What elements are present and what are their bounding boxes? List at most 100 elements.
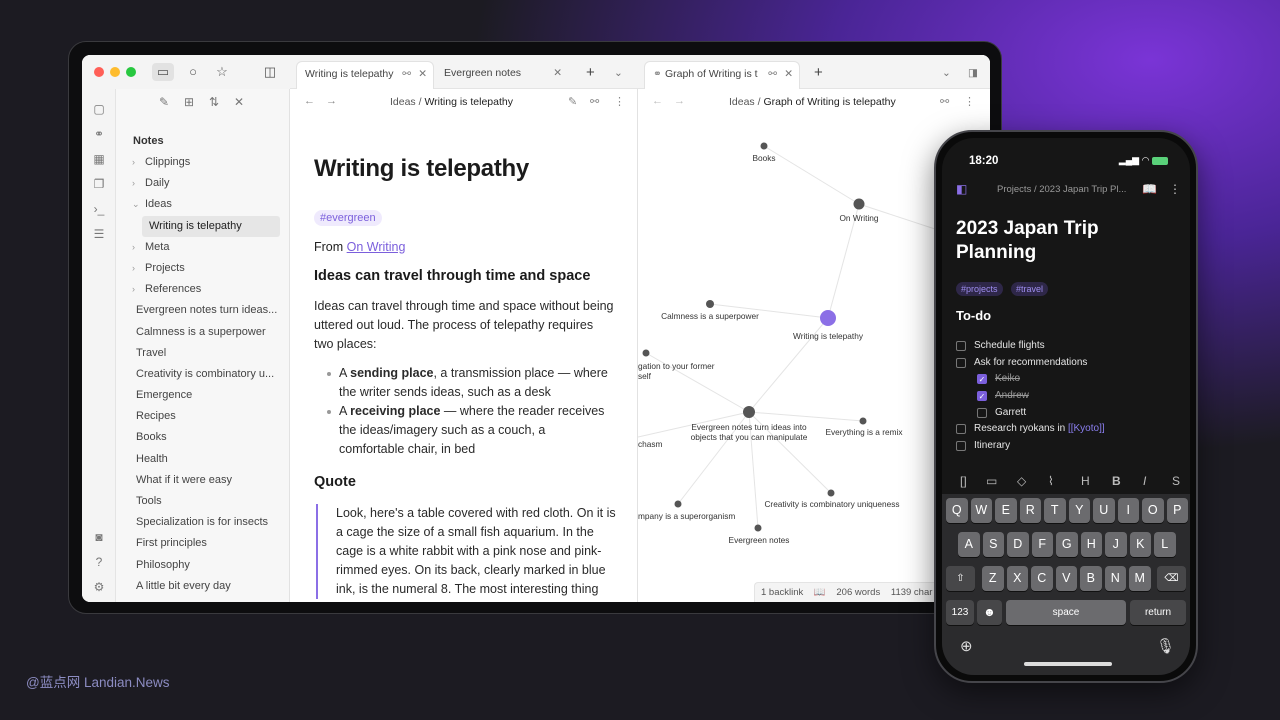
graph-node[interactable] xyxy=(827,489,835,497)
folder-references[interactable]: › References xyxy=(116,279,290,300)
numbers-key[interactable]: 123 xyxy=(946,600,974,625)
kyoto-link[interactable]: [[Kyoto]] xyxy=(1068,423,1105,434)
more-options-icon[interactable]: ⋮ xyxy=(964,95,975,108)
graph-node[interactable] xyxy=(859,417,867,425)
chevron-right-icon[interactable]: › xyxy=(132,237,135,258)
key-v[interactable]: V xyxy=(1055,566,1077,591)
return-key[interactable]: return xyxy=(1130,600,1186,625)
key-j[interactable]: J xyxy=(1105,532,1127,557)
close-tab-icon[interactable]: ✕ xyxy=(784,62,793,86)
chevron-right-icon[interactable]: › xyxy=(132,258,135,279)
back-arrow-icon[interactable]: ← xyxy=(652,95,663,107)
node-label-evergreen-notes[interactable]: Evergreen notes xyxy=(729,535,790,545)
close-tab-icon[interactable]: ✕ xyxy=(418,62,427,86)
key-z[interactable]: Z xyxy=(982,566,1004,591)
folder-meta[interactable]: › Meta xyxy=(116,237,290,258)
file-item[interactable]: First principles xyxy=(116,533,290,554)
graph-node[interactable] xyxy=(743,406,755,418)
graph-node[interactable] xyxy=(760,142,768,150)
folder-daily[interactable]: › Daily xyxy=(116,173,290,194)
backspace-key-icon[interactable]: ⌫ xyxy=(1157,566,1186,591)
new-tab-icon[interactable]: + xyxy=(806,61,826,89)
tab-graph[interactable]: ⚭ Graph of Writing is t ⚯ ✕ xyxy=(644,61,800,89)
chevron-right-icon[interactable]: › xyxy=(132,173,135,194)
node-label-superorganism[interactable]: mpany is a superorganism xyxy=(638,511,735,521)
key-p[interactable]: P xyxy=(1166,498,1188,523)
new-note-icon[interactable]: ✎ xyxy=(156,95,172,109)
forward-arrow-icon[interactable]: → xyxy=(674,95,685,107)
bookmark-star-icon[interactable]: ☆ xyxy=(211,63,233,81)
key-x[interactable]: X xyxy=(1006,566,1028,591)
folder-ideas[interactable]: ⌄ Ideas xyxy=(116,194,290,215)
collapse-all-icon[interactable]: ✕ xyxy=(231,95,247,109)
key-a[interactable]: A xyxy=(958,532,980,557)
tab-writing-is-telepathy[interactable]: Writing is telepathy ⚯ ✕ xyxy=(296,61,434,89)
checkbox-checked[interactable]: ✓ xyxy=(977,374,987,385)
file-icon[interactable]: ▭ xyxy=(986,474,997,488)
tag-travel[interactable]: #travel xyxy=(1010,282,1048,296)
node-label-creativity[interactable]: Creativity is combinatory uniqueness xyxy=(764,499,899,509)
space-key[interactable]: space xyxy=(1006,600,1126,625)
strikethrough-icon[interactable]: S xyxy=(1172,474,1180,488)
tab-evergreen-notes[interactable]: Evergreen notes ✕ xyxy=(436,61,568,89)
on-writing-link[interactable]: On Writing xyxy=(347,240,406,254)
file-item[interactable]: Recipes xyxy=(116,406,290,427)
file-explorer-icon[interactable]: ▭ xyxy=(152,63,174,81)
file-item[interactable]: 1,000 true fans xyxy=(116,597,290,602)
reading-view-icon[interactable]: 📖 xyxy=(1142,182,1157,196)
chevron-right-icon[interactable]: › xyxy=(132,279,135,300)
key-h[interactable]: H xyxy=(1080,532,1102,557)
emoji-key-icon[interactable]: ☻ xyxy=(977,600,1002,625)
chevron-down-icon[interactable]: ⌄ xyxy=(132,194,140,215)
italic-icon[interactable]: I xyxy=(1143,474,1146,488)
key-f[interactable]: F xyxy=(1031,532,1053,557)
globe-icon[interactable]: ⊕ xyxy=(960,637,973,655)
help-icon[interactable]: ? xyxy=(91,554,107,570)
vault-icon[interactable]: ◙ xyxy=(91,529,107,545)
file-item[interactable]: Books xyxy=(116,427,290,448)
todo-item[interactable]: ✓ Andrew xyxy=(977,388,1181,405)
copy-icon[interactable]: ❐ xyxy=(91,176,107,192)
edit-pencil-icon[interactable]: ✎ xyxy=(568,95,577,108)
graph-view-icon[interactable]: ⚭ xyxy=(91,126,107,142)
tag-projects[interactable]: #projects xyxy=(956,282,1003,296)
breadcrumb-root[interactable]: Ideas xyxy=(390,96,416,108)
file-active[interactable]: Writing is telepathy xyxy=(142,215,280,237)
right-sidebar-toggle-icon[interactable]: ◨ xyxy=(960,61,982,89)
sort-icon[interactable]: ⇅ xyxy=(206,95,222,109)
tag-icon[interactable]: ◇ xyxy=(1017,474,1026,488)
file-item[interactable]: Health xyxy=(116,449,290,470)
sidebar-toggle-icon[interactable]: ◧ xyxy=(956,182,967,196)
key-w[interactable]: W xyxy=(970,498,992,523)
more-options-icon[interactable]: ⋮ xyxy=(1169,182,1181,196)
key-i[interactable]: I xyxy=(1117,498,1139,523)
key-o[interactable]: O xyxy=(1142,498,1164,523)
file-item[interactable]: Creativity is combinatory u... xyxy=(116,364,290,385)
microphone-icon[interactable]: 🎙 xyxy=(1156,637,1175,655)
key-e[interactable]: E xyxy=(995,498,1017,523)
close-window-button[interactable] xyxy=(94,67,104,77)
graph-node[interactable] xyxy=(642,349,650,357)
node-label-on-writing[interactable]: On Writing xyxy=(839,213,878,223)
bold-icon[interactable]: B xyxy=(1112,474,1121,488)
key-l[interactable]: L xyxy=(1154,532,1176,557)
backlink-count[interactable]: 1 backlink xyxy=(761,587,803,598)
checkbox[interactable] xyxy=(956,357,966,368)
file-item[interactable]: Emergence xyxy=(116,385,290,406)
folder-clippings[interactable]: › Clippings xyxy=(116,152,290,173)
chevron-right-icon[interactable]: › xyxy=(132,152,135,173)
graph-node[interactable] xyxy=(754,524,762,532)
graph-node[interactable] xyxy=(853,198,865,210)
node-label-books[interactable]: Books xyxy=(752,153,775,163)
minimize-window-button[interactable] xyxy=(110,67,120,77)
phone-breadcrumb[interactable]: Projects / 2023 Japan Trip Pl... xyxy=(997,184,1126,195)
file-item[interactable]: Tools xyxy=(116,491,290,512)
key-s[interactable]: S xyxy=(982,532,1004,557)
file-item[interactable]: A little bit every day xyxy=(116,576,290,597)
back-arrow-icon[interactable]: ← xyxy=(304,95,315,107)
file-item[interactable]: Evergreen notes turn ideas... xyxy=(116,300,290,321)
new-folder-icon[interactable]: ⊞ xyxy=(181,95,197,109)
key-k[interactable]: K xyxy=(1129,532,1151,557)
sidebar-toggle-icon[interactable]: ◫ xyxy=(259,63,281,81)
graph-node[interactable] xyxy=(674,500,682,508)
